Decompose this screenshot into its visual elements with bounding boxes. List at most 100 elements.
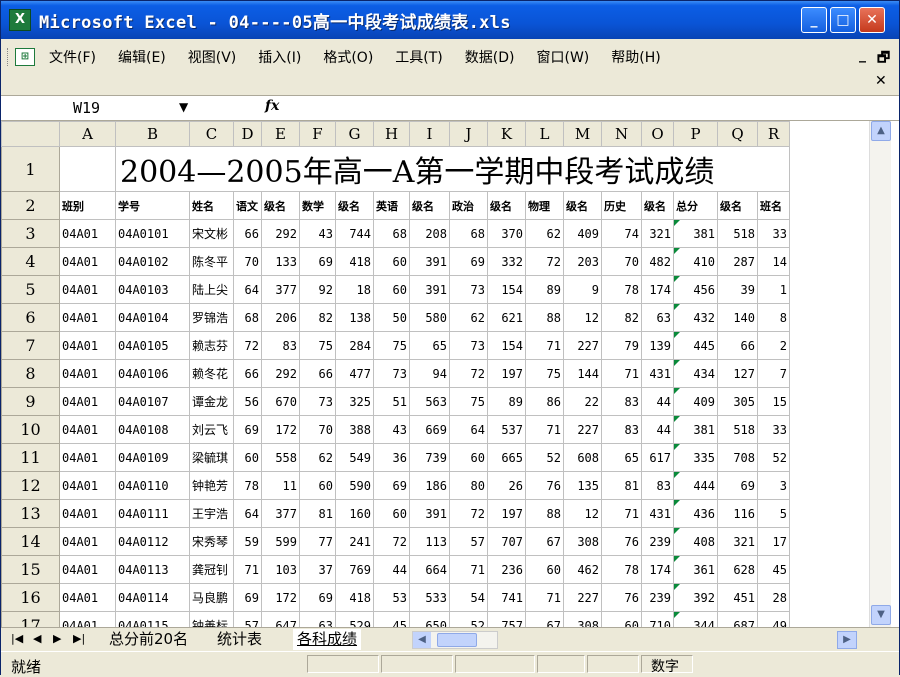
table-cell[interactable]: 52 (757, 443, 790, 472)
header-cell[interactable]: 政治 (449, 191, 488, 220)
row-header[interactable]: 13 (1, 499, 60, 528)
table-cell[interactable]: 66 (717, 331, 758, 360)
table-cell[interactable]: 71 (449, 555, 488, 584)
table-cell[interactable]: 744 (335, 219, 374, 248)
table-cell[interactable]: 15 (757, 387, 790, 416)
table-cell[interactable]: 344 (673, 611, 718, 627)
table-cell[interactable]: 45 (373, 611, 410, 627)
row-header[interactable]: 4 (1, 247, 60, 276)
table-cell[interactable]: 04A01 (59, 555, 116, 584)
table-cell[interactable]: 65 (601, 443, 642, 472)
table-cell[interactable]: 203 (563, 247, 602, 276)
table-cell[interactable]: 72 (373, 527, 410, 556)
table-cell[interactable]: 71 (601, 499, 642, 528)
table-cell[interactable]: 69 (449, 247, 488, 276)
table-cell[interactable]: 482 (641, 247, 674, 276)
table-cell[interactable]: 04A01 (59, 247, 116, 276)
table-cell[interactable]: 04A0108 (115, 415, 190, 444)
horizontal-scrollbar[interactable]: ◀ (412, 631, 498, 649)
table-cell[interactable]: 617 (641, 443, 674, 472)
table-cell[interactable]: 305 (717, 387, 758, 416)
table-cell[interactable]: 409 (563, 219, 602, 248)
table-cell[interactable]: 113 (409, 527, 450, 556)
table-cell[interactable]: 89 (487, 387, 526, 416)
table-cell[interactable]: 174 (641, 275, 674, 304)
table-cell[interactable]: 408 (673, 527, 718, 556)
table-cell[interactable]: 04A01 (59, 415, 116, 444)
table-cell[interactable]: 68 (373, 219, 410, 248)
table-cell[interactable]: 78 (233, 471, 262, 500)
table-cell[interactable]: 69 (717, 471, 758, 500)
column-header[interactable]: G (335, 121, 374, 147)
table-cell[interactable]: 377 (261, 499, 300, 528)
table-cell[interactable]: 45 (757, 555, 790, 584)
workbook-close-button[interactable]: ✕ (875, 73, 887, 89)
workbook-minimize-button[interactable]: _ (859, 47, 866, 63)
table-cell[interactable]: 434 (673, 359, 718, 388)
column-header[interactable]: O (641, 121, 674, 147)
column-header[interactable]: E (261, 121, 300, 147)
table-cell[interactable]: 04A01 (59, 275, 116, 304)
table-cell[interactable]: 71 (525, 331, 564, 360)
table-cell[interactable]: 56 (233, 387, 262, 416)
table-cell[interactable]: 63 (299, 611, 336, 627)
table-cell[interactable]: 谭金龙 (189, 387, 234, 416)
table-cell[interactable]: 04A01 (59, 331, 116, 360)
table-cell[interactable]: 518 (717, 415, 758, 444)
table-cell[interactable]: 669 (409, 415, 450, 444)
table-cell[interactable]: 76 (525, 471, 564, 500)
table-cell[interactable]: 罗锦浩 (189, 303, 234, 332)
table-cell[interactable]: 86 (525, 387, 564, 416)
table-cell[interactable]: 刘云飞 (189, 415, 234, 444)
table-cell[interactable]: 81 (601, 471, 642, 500)
table-cell[interactable]: 308 (563, 527, 602, 556)
table-cell[interactable]: 43 (299, 219, 336, 248)
table-cell[interactable]: 757 (487, 611, 526, 627)
header-cell[interactable]: 级名 (487, 191, 526, 220)
table-cell[interactable]: 52 (449, 611, 488, 627)
table-cell[interactable]: 139 (641, 331, 674, 360)
table-cell[interactable]: 388 (335, 415, 374, 444)
table-cell[interactable]: 436 (673, 499, 718, 528)
table-cell[interactable]: 172 (261, 583, 300, 612)
table-cell[interactable]: 549 (335, 443, 374, 472)
table-cell[interactable]: 710 (641, 611, 674, 627)
row-header[interactable]: 8 (1, 359, 60, 388)
table-cell[interactable]: 04A0112 (115, 527, 190, 556)
table-cell[interactable]: 83 (261, 331, 300, 360)
close-button[interactable]: ✕ (859, 7, 885, 33)
table-cell[interactable]: 宋文彬 (189, 219, 234, 248)
menu-data[interactable]: 数据(D) (465, 47, 515, 67)
table-cell[interactable]: 陆上尖 (189, 275, 234, 304)
table-cell[interactable]: 73 (373, 359, 410, 388)
table-cell[interactable]: 361 (673, 555, 718, 584)
table-cell[interactable]: 76 (601, 527, 642, 556)
table-cell[interactable]: 04A01 (59, 303, 116, 332)
table-cell[interactable]: 88 (525, 303, 564, 332)
table-cell[interactable]: 43 (373, 415, 410, 444)
title-bar[interactable]: X Microsoft Excel - 04----05高一中段考试成绩表.xl… (1, 1, 899, 39)
table-cell[interactable]: 62 (299, 443, 336, 472)
table-cell[interactable]: 287 (717, 247, 758, 276)
header-cell[interactable]: 历史 (601, 191, 642, 220)
column-header[interactable]: P (673, 121, 718, 147)
table-cell[interactable]: 66 (233, 359, 262, 388)
table-cell[interactable]: 64 (233, 499, 262, 528)
column-header[interactable]: R (757, 121, 790, 147)
table-cell[interactable]: 39 (717, 275, 758, 304)
table-cell[interactable]: 628 (717, 555, 758, 584)
minimize-button[interactable]: _ (801, 7, 827, 33)
scroll-right-icon[interactable]: ▶ (837, 631, 857, 649)
table-cell[interactable]: 69 (233, 415, 262, 444)
table-cell[interactable]: 381 (673, 219, 718, 248)
table-cell[interactable]: 04A0113 (115, 555, 190, 584)
header-cell[interactable]: 数学 (299, 191, 336, 220)
table-cell[interactable]: 60 (373, 247, 410, 276)
header-cell[interactable]: 姓名 (189, 191, 234, 220)
table-cell[interactable]: 133 (261, 247, 300, 276)
header-cell[interactable]: 语文 (233, 191, 262, 220)
table-cell[interactable]: 04A0114 (115, 583, 190, 612)
table-cell[interactable]: 739 (409, 443, 450, 472)
table-cell[interactable]: 52 (525, 443, 564, 472)
table-cell[interactable]: 60 (373, 499, 410, 528)
